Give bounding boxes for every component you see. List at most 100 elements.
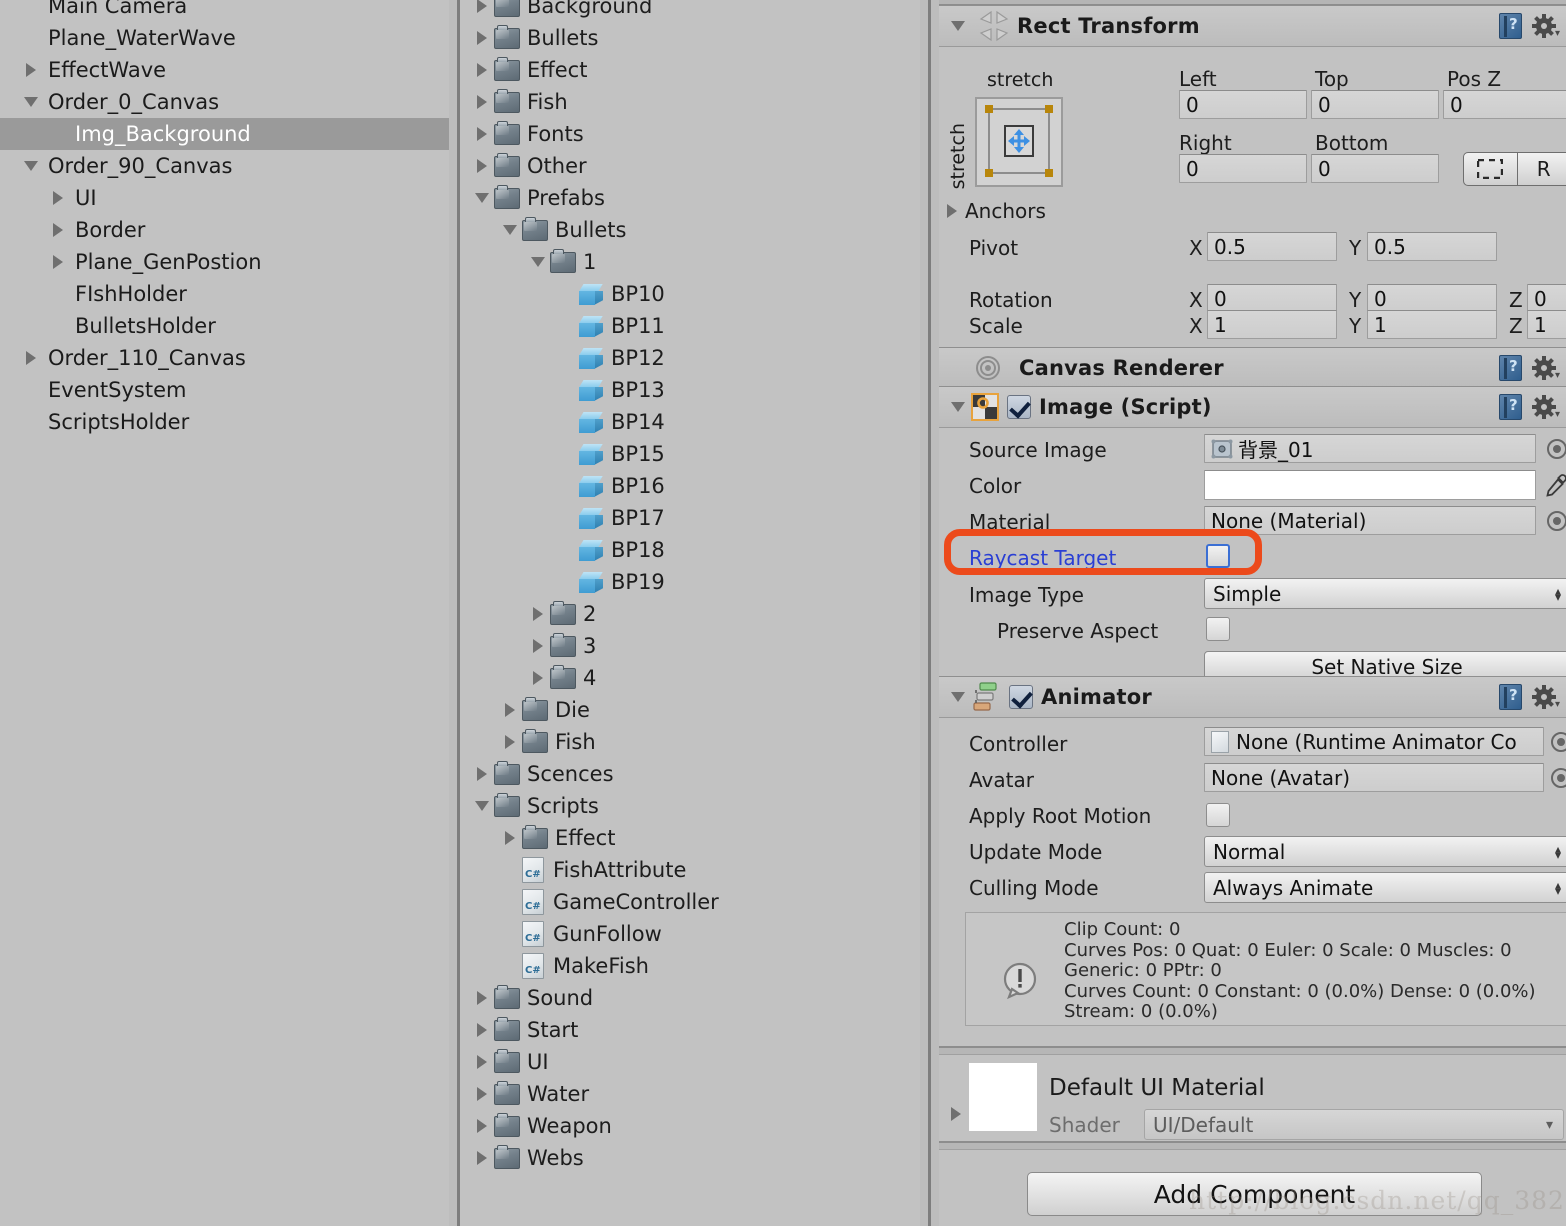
material-foldout-icon[interactable] (951, 1107, 961, 1121)
material-picker-icon[interactable] (1547, 511, 1566, 531)
chevron-right-icon[interactable] (470, 127, 494, 141)
project-item[interactable]: Scripts (460, 790, 920, 822)
rotation-y-input[interactable]: 0 (1367, 284, 1497, 313)
chevron-right-icon[interactable] (20, 63, 42, 77)
image-script-header[interactable]: Image (Script) ▾ (939, 386, 1566, 428)
project-item[interactable]: Fish (460, 726, 920, 758)
gear-icon[interactable]: ▾ (1532, 356, 1560, 381)
culling-mode-dropdown[interactable]: Always Animate ▴ ▾ (1204, 872, 1566, 903)
chevron-right-icon[interactable] (498, 735, 522, 749)
project-item[interactable]: Fish (460, 86, 920, 118)
help-icon[interactable] (1499, 394, 1522, 420)
hierarchy-item[interactable]: EffectWave (0, 54, 449, 86)
project-item[interactable]: Die (460, 694, 920, 726)
help-icon[interactable] (1499, 13, 1522, 39)
chevron-right-icon[interactable] (470, 1119, 494, 1133)
project-item[interactable]: BP11 (460, 310, 920, 342)
project-item[interactable]: BP16 (460, 470, 920, 502)
scale-x-input[interactable]: 1 (1207, 310, 1337, 339)
chevron-right-icon[interactable] (470, 0, 494, 13)
project-item[interactable]: Background (460, 0, 920, 22)
project-panel[interactable]: Background Bullets Effect Fish Fonts Other Pre… (460, 0, 920, 1226)
color-swatch[interactable] (1204, 470, 1536, 500)
gear-icon[interactable]: ▾ (1532, 14, 1560, 39)
hierarchy-item[interactable]: Img_Background (0, 118, 449, 150)
left-input[interactable]: 0 (1179, 90, 1307, 119)
controller-field[interactable]: None (Runtime Animator Co (1204, 727, 1544, 756)
right-input[interactable]: 0 (1179, 154, 1307, 183)
eyedropper-icon[interactable] (1543, 472, 1566, 500)
chevron-down-icon[interactable] (470, 193, 494, 203)
chevron-down-icon[interactable] (20, 161, 42, 171)
hierarchy-item[interactable]: Border (0, 214, 449, 246)
project-item[interactable]: BP13 (460, 374, 920, 406)
project-item[interactable]: BP14 (460, 406, 920, 438)
rotation-x-input[interactable]: 0 (1207, 284, 1337, 313)
image-enabled-checkbox[interactable] (1007, 395, 1031, 419)
raycast-target-checkbox[interactable] (1206, 544, 1230, 568)
apply-root-motion-checkbox[interactable] (1206, 803, 1230, 827)
source-image-field[interactable]: 背景_01 (1204, 434, 1536, 463)
bottom-input[interactable]: 0 (1311, 154, 1439, 183)
project-item[interactable]: Bullets (460, 22, 920, 54)
material-field[interactable]: None (Material) (1204, 506, 1536, 535)
project-item[interactable]: GameController (460, 886, 920, 918)
project-item[interactable]: Water (460, 1078, 920, 1110)
chevron-right-icon[interactable] (47, 255, 69, 269)
project-item[interactable]: MakeFish (460, 950, 920, 982)
chevron-right-icon[interactable] (470, 1055, 494, 1069)
pivot-y-input[interactable]: 0.5 (1367, 232, 1497, 261)
image-type-dropdown[interactable]: Simple ▴ ▾ (1204, 578, 1566, 609)
chevron-right-icon[interactable] (498, 831, 522, 845)
anchor-preset-widget[interactable] (975, 97, 1063, 187)
project-item[interactable]: Prefabs (460, 182, 920, 214)
project-item[interactable]: 3 (460, 630, 920, 662)
project-item[interactable]: UI (460, 1046, 920, 1078)
chevron-right-icon[interactable] (470, 991, 494, 1005)
hierarchy-item[interactable]: FIshHolder (0, 278, 449, 310)
hierarchy-item[interactable]: BulletsHolder (0, 310, 449, 342)
chevron-right-icon[interactable] (526, 639, 550, 653)
chevron-right-icon[interactable] (498, 703, 522, 717)
project-item[interactable]: Scences (460, 758, 920, 790)
hierarchy-item[interactable]: EventSystem (0, 374, 449, 406)
controller-picker-icon[interactable] (1551, 732, 1566, 752)
image-script-foldout-icon[interactable] (951, 402, 965, 412)
project-item[interactable]: Other (460, 150, 920, 182)
animator-header[interactable]: Animator ▾ (939, 676, 1566, 718)
scale-z-input[interactable]: 1 (1527, 310, 1566, 339)
project-item[interactable]: GunFollow (460, 918, 920, 950)
hierarchy-item[interactable]: Order_110_Canvas (0, 342, 449, 374)
hierarchy-item[interactable]: ScriptsHolder (0, 406, 449, 438)
chevron-right-icon[interactable] (470, 1087, 494, 1101)
raw-edit-mode-button[interactable]: R (1518, 153, 1566, 185)
blueprint-raw-button-group[interactable]: R (1463, 152, 1566, 186)
project-item[interactable]: Bullets (460, 214, 920, 246)
rect-transform-header[interactable]: Rect Transform ▾ (939, 5, 1566, 47)
top-input[interactable]: 0 (1311, 90, 1439, 119)
project-item[interactable]: BP18 (460, 534, 920, 566)
posz-input[interactable]: 0 (1443, 90, 1566, 119)
hierarchy-item[interactable]: UI (0, 182, 449, 214)
inspector-panel[interactable]: Rect Transform ▾ stretch stretch (939, 0, 1566, 1226)
project-item[interactable]: BP19 (460, 566, 920, 598)
chevron-right-icon[interactable] (47, 191, 69, 205)
project-item[interactable]: Sound (460, 982, 920, 1014)
hierarchy-item[interactable]: Plane_WaterWave (0, 22, 449, 54)
chevron-right-icon[interactable] (470, 1023, 494, 1037)
chevron-down-icon[interactable] (470, 801, 494, 811)
chevron-right-icon[interactable] (470, 767, 494, 781)
project-item[interactable]: Fonts (460, 118, 920, 150)
chevron-right-icon[interactable] (47, 223, 69, 237)
chevron-right-icon[interactable] (470, 31, 494, 45)
avatar-picker-icon[interactable] (1551, 768, 1566, 788)
shader-dropdown[interactable]: UI/Default ▾ (1144, 1109, 1564, 1140)
rect-transform-foldout-icon[interactable] (951, 21, 965, 31)
project-item[interactable]: Effect (460, 822, 920, 854)
animator-enabled-checkbox[interactable] (1009, 685, 1033, 709)
avatar-field[interactable]: None (Avatar) (1204, 763, 1544, 792)
anchors-foldout[interactable]: Anchors (947, 199, 1046, 223)
chevron-down-icon[interactable] (526, 257, 550, 267)
source-image-picker-icon[interactable] (1547, 439, 1566, 459)
project-item[interactable]: Effect (460, 54, 920, 86)
